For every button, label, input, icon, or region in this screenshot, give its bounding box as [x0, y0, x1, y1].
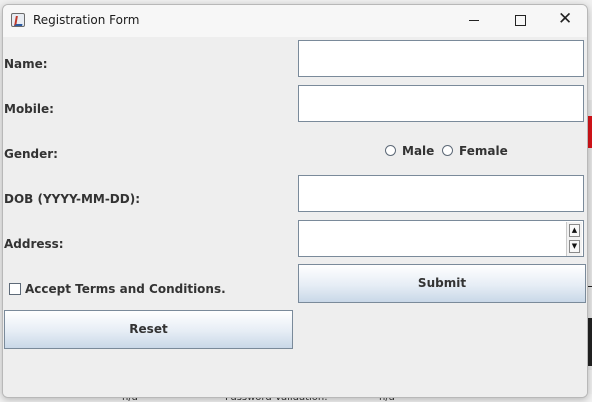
address-label: Address:: [4, 237, 64, 251]
window-title: Registration Form: [33, 13, 140, 27]
name-label: Name:: [4, 57, 48, 71]
java-app-icon: [11, 13, 25, 27]
address-scrollbar[interactable]: ▲ ▼: [566, 222, 582, 256]
scroll-up-icon[interactable]: ▲: [569, 224, 580, 237]
female-radio-label[interactable]: Female: [459, 144, 508, 158]
name-field[interactable]: [298, 40, 584, 77]
dob-field[interactable]: [298, 175, 584, 212]
gender-label: Gender:: [4, 147, 58, 161]
registration-window: Registration Form ✕ Name: Mobile: Gender…: [2, 4, 588, 398]
submit-button[interactable]: Submit: [298, 264, 586, 303]
minimize-icon: [469, 20, 479, 21]
maximize-icon: [515, 15, 526, 26]
mobile-field[interactable]: [298, 85, 584, 122]
male-radio[interactable]: [385, 145, 396, 156]
minimize-button[interactable]: [451, 5, 497, 37]
female-radio[interactable]: [442, 145, 453, 156]
maximize-button[interactable]: [497, 5, 543, 37]
terms-label[interactable]: Accept Terms and Conditions.: [25, 282, 226, 296]
scroll-down-icon[interactable]: ▼: [569, 240, 580, 253]
dob-label: DOB (YYYY-MM-DD):: [4, 192, 141, 206]
close-button[interactable]: ✕: [541, 5, 587, 37]
address-textarea[interactable]: ▲ ▼: [298, 220, 584, 257]
title-bar[interactable]: Registration Form ✕: [3, 5, 587, 37]
male-radio-label[interactable]: Male: [402, 144, 434, 158]
form-content: Name: Mobile: Gender: Male Female DOB (Y…: [3, 37, 587, 397]
close-icon: ✕: [558, 9, 573, 29]
terms-checkbox[interactable]: [9, 283, 21, 295]
reset-button[interactable]: Reset: [4, 310, 293, 349]
mobile-label: Mobile:: [4, 102, 54, 116]
